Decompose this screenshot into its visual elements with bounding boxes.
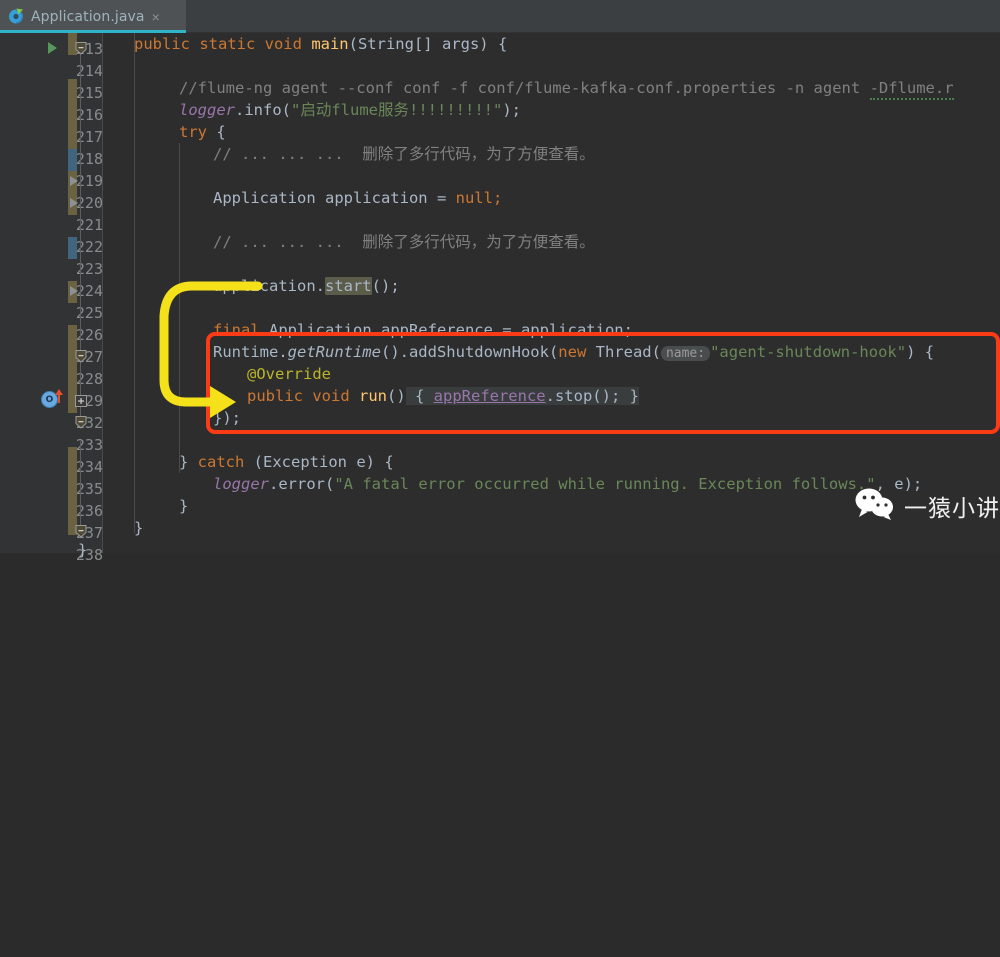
token-plain: ); (502, 101, 521, 119)
token-comment: //flume-ng agent --conf conf -f conf/flu… (179, 79, 870, 97)
line-number: 221 (75, 216, 103, 234)
fold-collapse-icon[interactable] (74, 348, 88, 363)
token-method: run (358, 387, 387, 405)
code-fold-guide (80, 441, 81, 533)
vcs-change-marker[interactable] (68, 237, 77, 259)
token-plain: { (207, 123, 226, 141)
token-static-method: getRuntime (287, 343, 381, 361)
token-folded-block-close: } (629, 387, 639, 405)
token-keyword: public static void (134, 35, 312, 53)
tab-label: Application.java (31, 8, 145, 25)
token-string: "agent-shutdown-hook" (710, 343, 907, 361)
token-plain: .error( (269, 475, 335, 493)
token-keyword: catch (197, 453, 245, 471)
token-comment-typo: -Dflume.r (869, 79, 954, 100)
code-line-216[interactable]: logger.info("启动flume服务!!!!!!!!!"); (179, 99, 521, 121)
token-field: logger (213, 475, 269, 493)
code-line-236[interactable]: } (179, 495, 188, 517)
code-fold-guide (80, 47, 81, 419)
gutter-nav-icon[interactable] (70, 198, 78, 208)
code-line-222[interactable]: // ... ... ... 删除了多行代码，为了方便查看。 (213, 231, 595, 253)
fold-collapse-icon[interactable] (74, 523, 88, 538)
token-plain: } (179, 453, 198, 471)
line-number: 225 (75, 304, 103, 322)
fold-collapse-icon[interactable] (74, 40, 88, 55)
ide-window: Application.java × 213 214 215 216 217 2… (0, 0, 1000, 564)
token-plain: (String[] args) { (348, 35, 508, 53)
fold-collapse-icon[interactable] (74, 414, 88, 429)
close-icon[interactable]: × (152, 9, 160, 25)
code-line-227[interactable]: Runtime.getRuntime().addShutdownHook(new… (213, 341, 934, 363)
code-line-215[interactable]: //flume-ng agent --conf conf -f conf/flu… (179, 77, 954, 100)
token-plain: ) { (906, 343, 935, 361)
token-string: "启动flume服务!!!!!!!!!" (291, 101, 503, 119)
gutter-nav-icon[interactable] (70, 286, 78, 296)
token-plain: .stop(); (545, 387, 630, 405)
token-plain: } (78, 541, 88, 559)
token-comment: // ... ... ... 删除了多行代码，为了方便查看。 (213, 233, 595, 251)
code-line-238[interactable]: } (78, 539, 87, 561)
vcs-change-marker[interactable] (68, 79, 77, 149)
gutter-nav-icon[interactable] (70, 176, 78, 186)
token-comment: // ... ... ... 删除了多行代码，为了方便查看。 (213, 145, 595, 163)
tab-application-java[interactable]: Application.java × (0, 0, 186, 33)
code-line-226[interactable]: final Application appReference = applica… (213, 319, 633, 341)
token-plain: } (179, 497, 189, 515)
fold-expand-icon[interactable] (74, 393, 88, 407)
token-plain: .info( (235, 101, 291, 119)
token-string: "A fatal error occurred while running. E… (334, 475, 876, 493)
token-plain: (); (371, 277, 400, 295)
token-keyword: try (179, 123, 207, 141)
line-number: 223 (75, 260, 103, 278)
token-plain: Application appReference = application; (259, 321, 633, 339)
token-reference[interactable]: appReference (433, 387, 546, 405)
code-line-237[interactable]: } (134, 517, 143, 539)
code-line-220[interactable]: Application application = null; (213, 187, 502, 209)
line-number: 238 (75, 546, 103, 564)
token-plain: ().addShutdownHook( (380, 343, 559, 361)
yellow-pointer-arrow (159, 281, 263, 418)
token-folded-block-open: { (405, 387, 434, 405)
code-line-235[interactable]: logger.error("A fatal error occurred whi… (213, 473, 922, 495)
token-keyword: new (558, 343, 587, 361)
override-arrow-icon[interactable] (55, 389, 63, 403)
watermark: 一猿小讲 (855, 487, 1000, 525)
run-main-icon[interactable] (48, 42, 57, 54)
editor-tab-bar: Application.java × (0, 0, 1000, 33)
token-identifier-highlight: start (324, 277, 372, 295)
token-plain: } (134, 519, 144, 537)
token-plain: Thread( (586, 343, 661, 361)
parameter-hint: name: (660, 346, 711, 361)
token-plain: (Exception e) { (244, 453, 394, 471)
token-plain: Application application = (213, 189, 456, 207)
code-line-234[interactable]: } catch (Exception e) { (179, 451, 394, 473)
token-field: logger (179, 101, 235, 119)
code-line-218[interactable]: // ... ... ... 删除了多行代码，为了方便查看。 (213, 143, 595, 165)
java-class-icon (8, 8, 25, 25)
watermark-text: 一猿小讲 (904, 496, 1000, 522)
editor-gutter[interactable]: 213 214 215 216 217 218 219 220 221 222 … (0, 33, 103, 564)
token-method: main (311, 35, 349, 53)
code-line-229[interactable]: public void run() { appReference.stop();… (247, 385, 639, 407)
code-line-213[interactable]: public static void main(String[] args) { (134, 33, 507, 55)
vcs-change-marker[interactable] (68, 149, 77, 171)
wechat-icon (855, 487, 895, 525)
token-keyword: null; (455, 189, 503, 207)
token-plain: () (386, 387, 406, 405)
code-line-217[interactable]: try { (179, 121, 226, 143)
vcs-change-marker[interactable] (68, 447, 77, 535)
